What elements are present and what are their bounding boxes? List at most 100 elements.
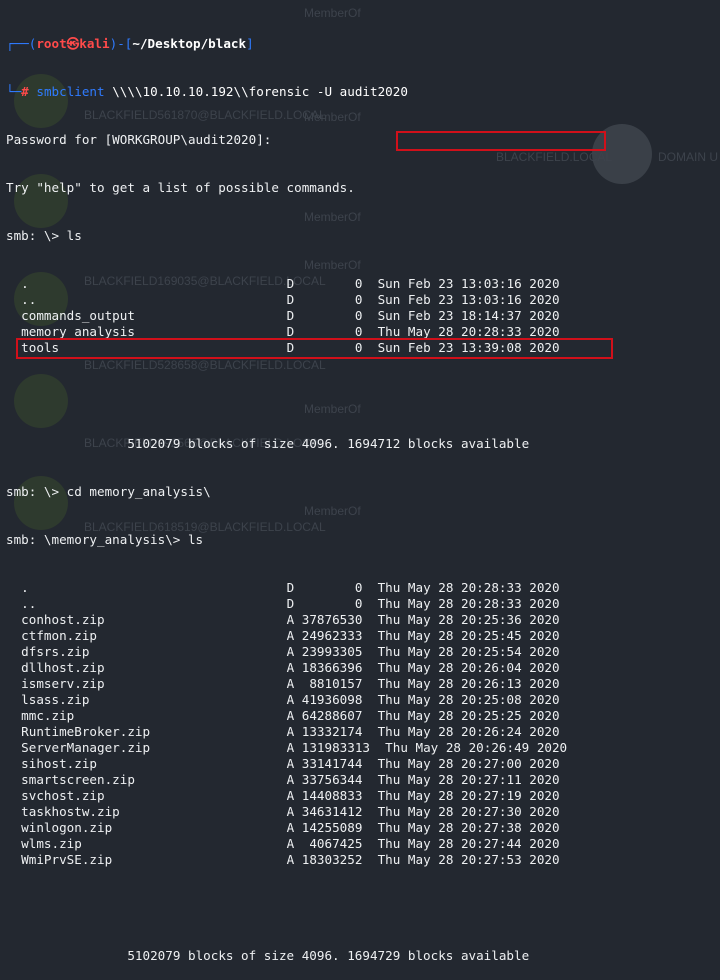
prompt-corner: ┌──(	[6, 36, 37, 51]
prompt-user: root㉿kali	[36, 36, 110, 51]
listing-row: .. D 0 Thu May 28 20:28:33 2020	[6, 596, 567, 612]
file-date: Thu May 28 20:28:33 2020	[377, 324, 560, 339]
file-size: 18303252	[301, 852, 363, 867]
file-size: 41936098	[301, 692, 363, 707]
file-name: smartscreen.zip	[21, 772, 135, 787]
file-name: .	[21, 580, 29, 595]
file-name: RuntimeBroker.zip	[21, 724, 151, 739]
file-date: Thu May 28 20:25:25 2020	[377, 708, 560, 723]
file-name: ctfmon.zip	[21, 628, 97, 643]
file-date: Thu May 28 20:27:53 2020	[377, 852, 560, 867]
listing-row: taskhostw.zip A 34631412 Thu May 28 20:2…	[6, 804, 567, 820]
file-size: 23993305	[301, 644, 363, 659]
file-date: Thu May 28 20:27:19 2020	[377, 788, 560, 803]
highlight-lsass-row	[16, 338, 613, 359]
file-name: dllhost.zip	[21, 660, 105, 675]
listing-row: ctfmon.zip A 24962333 Thu May 28 20:25:4…	[6, 628, 567, 644]
help-hint: Try "help" to get a list of possible com…	[6, 180, 355, 195]
file-attr: A	[286, 708, 295, 723]
file-attr: A	[286, 852, 295, 867]
listing-row: ismserv.zip A 8810157 Thu May 28 20:26:1…	[6, 676, 567, 692]
smb-command: smb: \memory_analysis\> ls	[6, 532, 204, 547]
file-attr: A	[286, 644, 295, 659]
file-size: 8810157	[309, 676, 363, 691]
blocks-text: 5102079 blocks of size 4096. 1694729 blo…	[127, 948, 530, 963]
file-name: commands_output	[21, 308, 135, 323]
file-size: 0	[354, 308, 363, 323]
file-attr: A	[286, 724, 295, 739]
command-binary: smbclient	[36, 84, 105, 99]
listing-row: svchost.zip A 14408833 Thu May 28 20:27:…	[6, 788, 567, 804]
prompt-path: ~/Desktop/black	[132, 36, 247, 51]
listing-row: .. D 0 Sun Feb 23 13:03:16 2020	[6, 292, 567, 308]
file-name: ..	[21, 292, 37, 307]
prompt-line-2: └─# smbclient \\\\10.10.10.192\\forensic…	[6, 84, 567, 100]
blocks-text: 5102079 blocks of size 4096. 1694712 blo…	[127, 436, 530, 451]
listing-row: WmiPrvSE.zip A 18303252 Thu May 28 20:27…	[6, 852, 567, 868]
listing-row: commands_output D 0 Sun Feb 23 18:14:37 …	[6, 308, 567, 324]
listing-row: sihost.zip A 33141744 Thu May 28 20:27:0…	[6, 756, 567, 772]
file-size: 34631412	[301, 804, 363, 819]
file-attr: D	[286, 308, 295, 323]
file-attr: A	[286, 788, 295, 803]
listing-row: lsass.zip A 41936098 Thu May 28 20:25:08…	[6, 692, 567, 708]
file-name: lsass.zip	[21, 692, 90, 707]
file-date: Thu May 28 20:28:33 2020	[377, 596, 560, 611]
smb-command: smb: \> ls	[6, 228, 82, 243]
file-name: dfsrs.zip	[21, 644, 90, 659]
file-attr: A	[286, 804, 295, 819]
file-date: Thu May 28 20:25:45 2020	[377, 628, 560, 643]
prompt-line-1: ┌──(root㉿kali)-[~/Desktop/black]	[6, 36, 567, 52]
listing-row: RuntimeBroker.zip A 13332174 Thu May 28 …	[6, 724, 567, 740]
file-attr: D	[286, 324, 295, 339]
blocks-info: 5102079 blocks of size 4096. 1694729 blo…	[6, 948, 567, 964]
file-attr: D	[286, 596, 295, 611]
file-attr: D	[286, 276, 295, 291]
file-name: .	[21, 276, 29, 291]
file-attr: D	[286, 580, 295, 595]
file-size: 24962333	[301, 628, 363, 643]
file-size: 33756344	[301, 772, 363, 787]
listing-row: dllhost.zip A 18366396 Thu May 28 20:26:…	[6, 660, 567, 676]
file-size: 0	[354, 276, 363, 291]
file-size: 13332174	[301, 724, 363, 739]
file-attr: A	[286, 692, 295, 707]
file-date: Thu May 28 20:25:08 2020	[377, 692, 560, 707]
file-attr: A	[286, 820, 295, 835]
file-date: Thu May 28 20:25:36 2020	[377, 612, 560, 627]
listing-row: smartscreen.zip A 33756344 Thu May 28 20…	[6, 772, 567, 788]
file-date: Thu May 28 20:26:13 2020	[377, 676, 560, 691]
file-size: 0	[354, 596, 363, 611]
prompt-hash: #	[21, 84, 29, 99]
file-attr: A	[286, 836, 295, 851]
file-size: 33141744	[301, 756, 363, 771]
smb-command: smb: \> cd memory_analysis\	[6, 484, 211, 499]
listing-row: . D 0 Sun Feb 23 13:03:16 2020	[6, 276, 567, 292]
file-date: Sun Feb 23 13:03:16 2020	[377, 276, 560, 291]
file-date: Thu May 28 20:26:04 2020	[377, 660, 560, 675]
file-attr: A	[286, 660, 295, 675]
prompt-corner: └─	[6, 84, 22, 99]
file-attr: A	[286, 756, 295, 771]
file-size: 64288607	[301, 708, 363, 723]
file-name: wlms.zip	[21, 836, 82, 851]
file-attr: A	[286, 772, 295, 787]
file-name: conhost.zip	[21, 612, 105, 627]
prompt-bracket: ]	[246, 36, 254, 51]
file-date: Sun Feb 23 18:14:37 2020	[377, 308, 560, 323]
file-date: Thu May 28 20:27:44 2020	[377, 836, 560, 851]
blocks-info: 5102079 blocks of size 4096. 1694712 blo…	[6, 436, 567, 452]
file-size: 4067425	[309, 836, 363, 851]
file-size: 0	[354, 324, 363, 339]
file-size: 0	[354, 580, 363, 595]
file-name: winlogon.zip	[21, 820, 113, 835]
file-attr: A	[286, 740, 295, 755]
file-size: 37876530	[301, 612, 363, 627]
file-name: memory_analysis	[21, 324, 135, 339]
file-name: WmiPrvSE.zip	[21, 852, 113, 867]
empty-line	[6, 388, 567, 404]
file-date: Thu May 28 20:26:49 2020	[385, 740, 568, 755]
file-attr: D	[286, 292, 295, 307]
directory-listing: . D 0 Thu May 28 20:28:33 2020 .. D 0 Th…	[6, 580, 567, 868]
file-name: mmc.zip	[21, 708, 75, 723]
